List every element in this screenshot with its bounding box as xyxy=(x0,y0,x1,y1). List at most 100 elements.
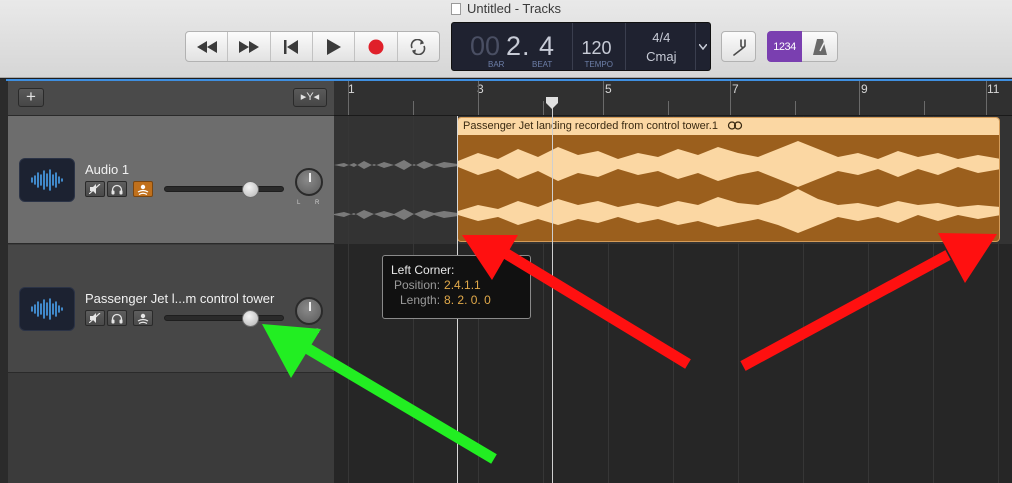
cycle-button[interactable] xyxy=(398,32,439,61)
mute-button[interactable] xyxy=(85,181,105,197)
playhead-line[interactable] xyxy=(552,107,553,483)
pan-right-label: R xyxy=(315,329,320,335)
window-title-text: Untitled - Tracks xyxy=(467,1,561,16)
ruler-tick xyxy=(413,101,414,115)
playhead-handle-icon[interactable] xyxy=(546,97,558,109)
volume-slider[interactable] xyxy=(164,310,284,327)
track-name[interactable]: Audio 1 xyxy=(85,162,315,177)
solo-button[interactable] xyxy=(107,310,127,326)
window-title: Untitled - Tracks xyxy=(0,0,1012,18)
lcd-tempo-value: 120 xyxy=(581,38,612,58)
ruler-bar-number: 5 xyxy=(605,82,612,96)
record-button[interactable] xyxy=(355,32,398,61)
ruler-tick xyxy=(859,80,860,115)
count-in-button[interactable]: 1234 xyxy=(767,31,802,62)
record-enable-button[interactable] xyxy=(133,181,153,197)
skip-back-icon xyxy=(284,39,299,54)
track-name[interactable]: Passenger Jet l...m control tower xyxy=(85,291,315,306)
ruler-bar-number: 1 xyxy=(348,82,355,96)
ruler-tick xyxy=(924,101,925,115)
lcd-signature-key[interactable]: 4/4 Cmaj xyxy=(626,23,697,70)
transport-controls xyxy=(185,31,440,62)
go-to-beginning-button[interactable] xyxy=(271,32,313,61)
cycle-icon xyxy=(410,38,426,55)
volume-slider-knob[interactable] xyxy=(242,181,259,198)
ruler-tick xyxy=(543,101,544,115)
input-monitor-icon xyxy=(137,184,149,195)
add-track-button[interactable]: + xyxy=(18,88,44,107)
lcd-position-leading: 00 xyxy=(470,31,501,61)
lcd-display[interactable]: 00 2. 4 BAR BEAT 120 TEMPO 4/4 Cmaj xyxy=(451,22,711,71)
ruler-tick xyxy=(795,101,796,115)
audio-region[interactable]: Passenger Jet landing recorded from cont… xyxy=(457,117,1000,242)
metronome-icon xyxy=(812,38,827,55)
tooltip-position-value: 2.4.1.1 xyxy=(444,278,481,292)
tooltip-position-label: Position: xyxy=(394,278,441,292)
lcd-time-signature: 4/4 xyxy=(652,30,671,45)
ruler-tick xyxy=(478,80,479,115)
chevron-down-icon xyxy=(699,43,708,50)
focus-highlight xyxy=(6,79,1012,81)
audio-waveform-icon xyxy=(19,158,75,202)
record-icon xyxy=(368,39,384,54)
ruler-tick xyxy=(668,101,669,115)
audio-waveform-icon xyxy=(19,287,75,331)
tooltip-length-label: Length: xyxy=(400,293,441,307)
control-bar: Untitled - Tracks 00 2. 4 BAR BEAT 120 T… xyxy=(0,0,1012,78)
input-monitor-icon xyxy=(137,313,149,324)
lcd-position[interactable]: 00 2. 4 BAR BEAT xyxy=(452,23,573,70)
lcd-position-value: 2. 4 xyxy=(506,31,556,61)
play-button[interactable] xyxy=(313,32,356,61)
lcd-beat-label: BEAT xyxy=(532,60,553,69)
tuning-fork-icon xyxy=(732,38,746,56)
tuner-button[interactable] xyxy=(721,31,756,62)
track-headers: + ▸Y◂ Audio 1 L R Passenger Jet l...m co… xyxy=(8,81,334,483)
pan-left-label: L xyxy=(297,329,301,335)
track-header-passenger-jet[interactable]: Passenger Jet l...m control tower L R xyxy=(8,245,334,373)
volume-slider[interactable] xyxy=(164,181,284,198)
tooltip-position-row: Position: 2.4.1.1 xyxy=(391,278,522,292)
headphones-icon xyxy=(111,184,123,194)
lcd-bar-label: BAR xyxy=(488,60,505,69)
tooltip-length-value: 8. 2. 0. 0 xyxy=(444,293,491,307)
solo-button[interactable] xyxy=(107,181,127,197)
ruler-tick xyxy=(730,80,731,115)
ruler-tick xyxy=(348,80,349,115)
tooltip-length-row: Length: 8. 2. 0. 0 xyxy=(391,293,522,307)
ruler-bar-number: 9 xyxy=(861,82,868,96)
document-icon xyxy=(451,3,462,15)
lcd-tempo[interactable]: 120 TEMPO xyxy=(573,23,627,70)
rewind-button[interactable] xyxy=(186,32,229,61)
lcd-key: Cmaj xyxy=(646,49,677,64)
pan-knob[interactable] xyxy=(295,297,323,325)
metronome-button[interactable] xyxy=(802,31,838,62)
pan-left-label: L xyxy=(297,200,301,206)
ruler-bar-number: 7 xyxy=(732,82,739,96)
window-left-edge xyxy=(0,79,8,483)
rewind-icon xyxy=(196,40,217,53)
region-name-label: Passenger Jet landing recorded from cont… xyxy=(463,120,718,132)
fast-forward-button[interactable] xyxy=(228,32,271,61)
pan-right-label: R xyxy=(315,200,320,206)
region-help-tooltip: Left Corner: Position: 2.4.1.1 Length: 8. … xyxy=(382,255,531,319)
lcd-tempo-label: TEMPO xyxy=(584,60,613,69)
waveform-pre-region xyxy=(334,160,458,220)
track-header-toolbar: + ▸Y◂ xyxy=(8,81,334,116)
fast-forward-icon xyxy=(238,40,259,53)
region-waveform xyxy=(458,141,999,233)
track-header-audio-1[interactable]: Audio 1 L R xyxy=(8,116,334,244)
speaker-muted-icon xyxy=(89,313,101,323)
volume-slider-knob[interactable] xyxy=(242,310,259,327)
mute-button[interactable] xyxy=(85,310,105,326)
region-name[interactable]: Passenger Jet landing recorded from cont… xyxy=(458,118,999,135)
pan-knob[interactable] xyxy=(295,168,323,196)
bar-ruler[interactable]: 1 3 5 7 9 11 xyxy=(334,80,1012,116)
count-in-label: 1234 xyxy=(773,40,796,53)
lcd-mode-dropdown[interactable] xyxy=(696,23,710,70)
ruler-tick xyxy=(986,80,987,115)
ruler-tick xyxy=(603,80,604,115)
record-enable-button[interactable] xyxy=(133,310,153,326)
catch-playhead-button[interactable]: ▸Y◂ xyxy=(293,88,327,107)
play-icon xyxy=(326,38,341,55)
loop-link-icon xyxy=(727,121,743,130)
